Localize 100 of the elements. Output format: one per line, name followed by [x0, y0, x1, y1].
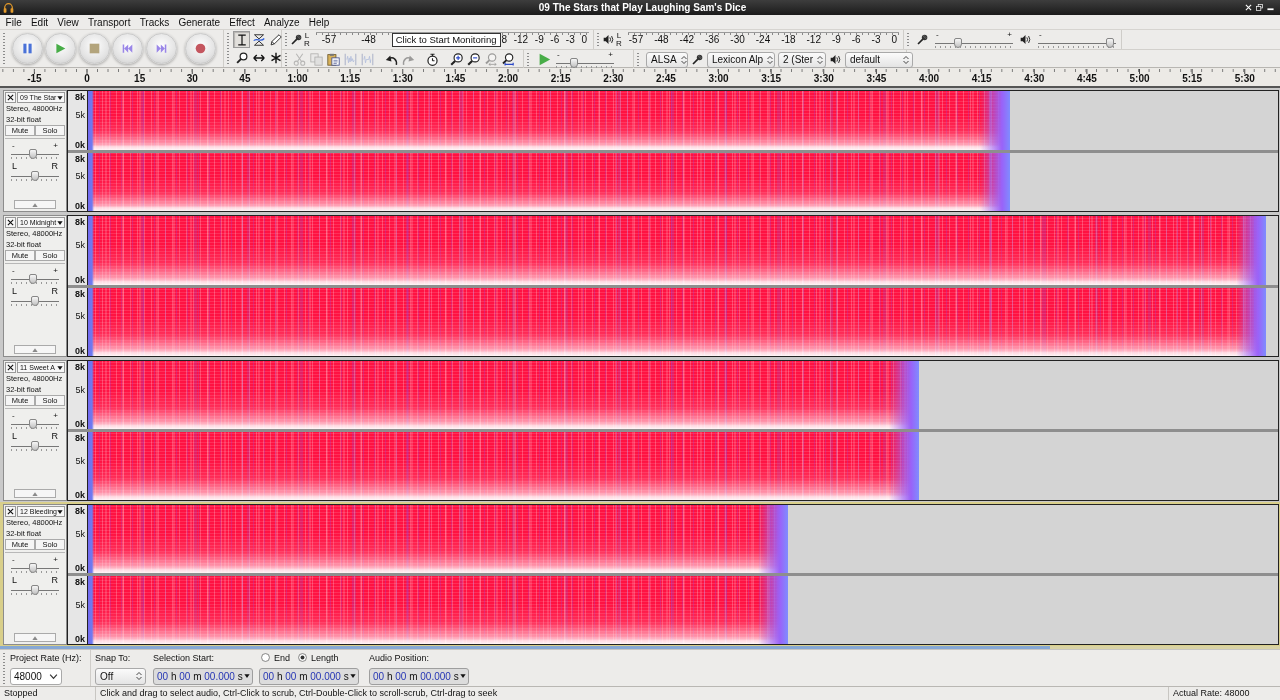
menu-item[interactable]: Help	[304, 15, 334, 29]
selection-tool-button[interactable]	[233, 31, 250, 48]
slider-thumb[interactable]	[29, 563, 37, 573]
menu-item[interactable]: Transport	[83, 15, 136, 29]
scale-label: 5k	[75, 311, 85, 322]
slider-thumb[interactable]	[1105, 38, 1114, 48]
time-field[interactable]: 00 h 00 m 00.000 s	[153, 667, 253, 685]
play-button[interactable]	[45, 33, 77, 64]
zoom-out-button[interactable]	[465, 51, 482, 68]
ruler-label: 1:15	[339, 72, 362, 86]
ruler-label: 30	[185, 72, 199, 86]
toolbar-grip[interactable]	[284, 32, 288, 47]
trim-icon	[344, 53, 357, 66]
slider-max-label: +	[53, 267, 58, 274]
ruler-label: 1:45	[444, 72, 467, 86]
slider-thumb[interactable]	[29, 274, 37, 284]
scale-label: 0k	[75, 274, 85, 285]
slider-thumb[interactable]	[953, 38, 962, 48]
time-field[interactable]: 00 h 00 m 00.000 s	[259, 667, 359, 685]
slider-min-label: L	[12, 576, 17, 585]
envelope-tool-button[interactable]	[250, 31, 267, 48]
slider-max-label: R	[51, 162, 58, 171]
ruler-label: 45	[238, 72, 252, 86]
microphone-icon	[291, 34, 302, 45]
slider-min-label: L	[12, 162, 17, 171]
zoom-in-button[interactable]	[448, 51, 465, 68]
toolbar-grip[interactable]	[596, 32, 600, 47]
slider-thumb[interactable]	[29, 419, 37, 429]
close-icon	[1245, 4, 1252, 11]
collapse-button[interactable]	[14, 489, 56, 498]
sync-lock-button[interactable]	[424, 51, 441, 68]
slider-thumb[interactable]	[31, 296, 39, 306]
collapse-button[interactable]	[14, 633, 56, 642]
record-button[interactable]	[184, 33, 216, 64]
menu-item[interactable]: View	[52, 15, 84, 29]
skip-to-end-icon	[155, 43, 167, 54]
slider-thumb[interactable]	[31, 171, 39, 181]
slider-min-label: -	[12, 556, 15, 563]
collapse-button[interactable]	[14, 345, 56, 354]
magnifier-icon	[235, 51, 248, 64]
scrollbar-thumb[interactable]	[0, 646, 1050, 649]
time-field[interactable]: 00 h 00 m 00.000 s	[369, 667, 469, 685]
undo-icon	[385, 53, 398, 66]
toolbar-grip[interactable]	[526, 52, 530, 67]
toolbar-grip[interactable]	[636, 52, 640, 67]
menu-item[interactable]: File	[1, 15, 27, 29]
actual-rate-label: Actual Rate: 48000	[1168, 687, 1280, 700]
menu-item[interactable]: Tracks	[135, 15, 174, 29]
slider-thumb[interactable]	[31, 441, 39, 451]
toolbar-grip[interactable]	[2, 32, 6, 65]
radio-option[interactable]: Length	[298, 651, 339, 664]
copy-icon	[310, 53, 323, 66]
menu-item[interactable]: Analyze	[259, 15, 305, 29]
stop-button[interactable]	[78, 33, 110, 64]
menu-item[interactable]: Edit	[26, 15, 53, 29]
ruler-label: 1:30	[391, 72, 414, 86]
field-label: Selection Start:	[153, 651, 216, 664]
toolbar-grip[interactable]	[284, 52, 288, 67]
record-meter-menu[interactable]: L R	[291, 30, 312, 49]
ruler-label: 2:15	[549, 72, 572, 86]
draw-tool-button[interactable]	[267, 31, 284, 48]
restore-button[interactable]	[1256, 4, 1263, 11]
skip-to-start-button[interactable]	[112, 33, 144, 64]
close-button[interactable]	[1245, 4, 1252, 11]
ruler-label: 5:30	[1233, 72, 1256, 86]
close-icon	[7, 508, 14, 515]
scale-label: 8k	[75, 217, 85, 227]
silence-icon	[361, 53, 374, 66]
ruler-label: 2:45	[654, 72, 677, 86]
audio-host-select[interactable]: ALSA	[646, 51, 688, 68]
toolbar-grip[interactable]	[2, 652, 6, 684]
slider-min-label: -	[12, 412, 15, 419]
project-rate-combo[interactable]: 48000	[10, 667, 62, 685]
meter-tick-label: -57	[321, 34, 337, 46]
slider-thumb[interactable]	[31, 585, 39, 595]
menu-item[interactable]: Generate	[173, 15, 225, 29]
toolbar-grip[interactable]	[226, 32, 230, 65]
skip-to-end-button[interactable]	[145, 33, 177, 64]
caret-down-icon	[57, 219, 63, 226]
radio-option[interactable]: End	[261, 651, 290, 664]
scale-label: 5k	[75, 528, 85, 539]
pencil-icon	[269, 33, 282, 46]
ruler-label: 4:00	[918, 72, 941, 86]
scale-label: 5k	[75, 455, 85, 466]
meter-tick-label: -9	[534, 34, 544, 46]
playback-device-select[interactable]: default	[845, 51, 913, 68]
toolbar-grip[interactable]	[906, 32, 910, 47]
timeline-ruler[interactable]: -15 0 15 30 45 1:00 1:15 1:30 1:45 2:00 2:15 2:30 2:45 3:00 3:15 3:30 3:45 4:00 4:15 4:30 4:45 5:00 5:15 5:30	[0, 68, 1280, 88]
horizontal-scrollbar[interactable]	[0, 646, 1280, 649]
paste-button[interactable]	[325, 51, 342, 68]
snap-to-select[interactable]: Off	[95, 667, 146, 685]
collapse-button[interactable]	[14, 200, 56, 209]
playback-meter-menu[interactable]: L R	[603, 30, 624, 49]
recording-channels-select[interactable]: 2 (Ster	[778, 51, 826, 68]
meter-tick-label: 8	[501, 34, 508, 46]
slider-thumb[interactable]	[29, 149, 37, 159]
recording-device-select[interactable]: Lexicon Alp	[707, 51, 775, 68]
pause-button[interactable]	[11, 33, 43, 64]
record-meter[interactable]: -57 -48 Click to Start Monitoring 8 -12 -9 -6 -3 0	[315, 32, 589, 47]
menu-item[interactable]: Effect	[224, 15, 260, 29]
